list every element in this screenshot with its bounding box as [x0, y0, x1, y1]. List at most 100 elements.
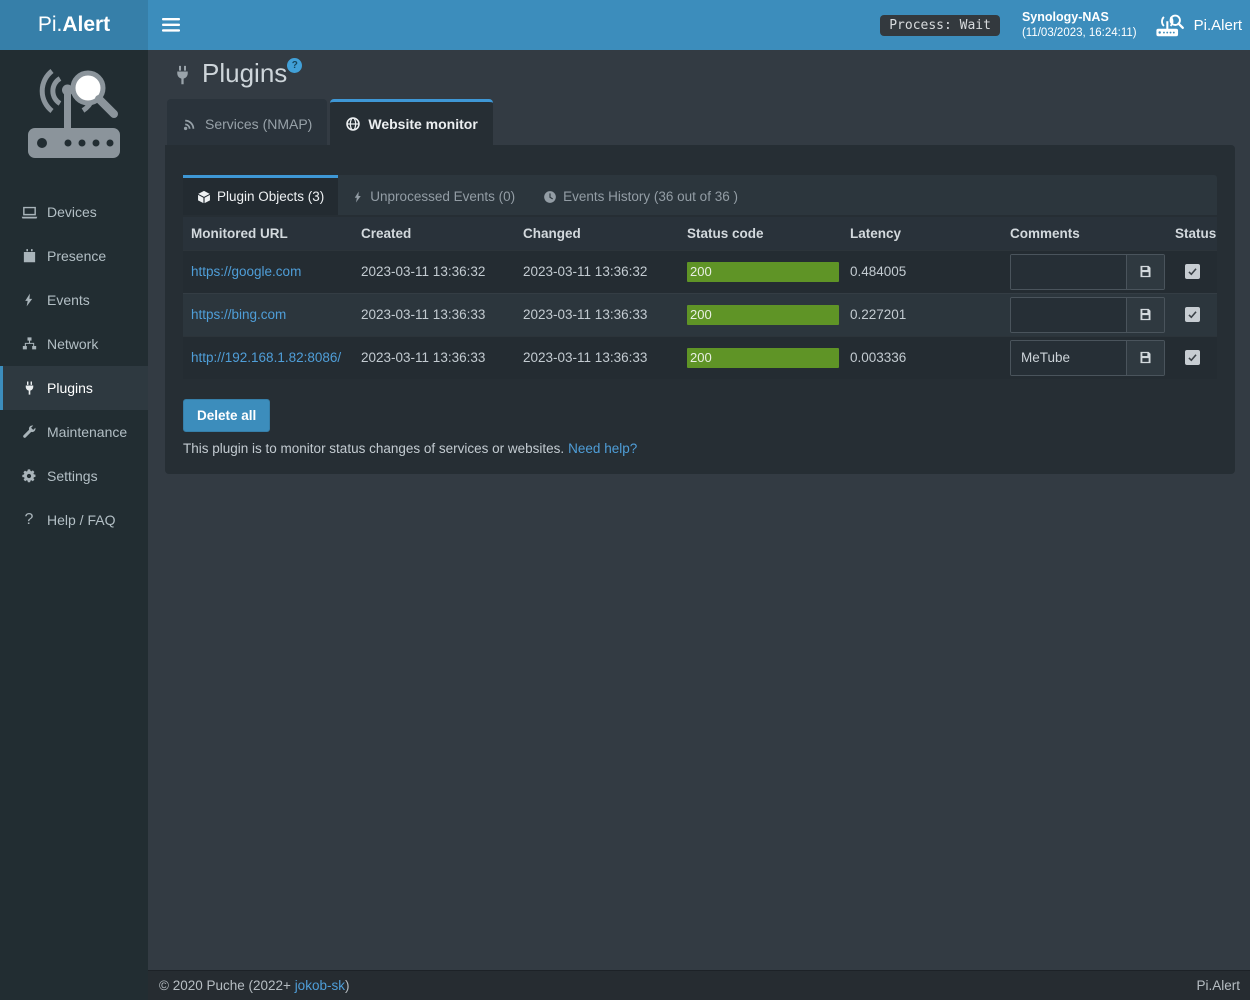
navbar-brand-text: Pi.Alert	[1194, 17, 1242, 34]
plugin-objects-table: Monitored URL Created Changed Status cod…	[183, 217, 1217, 379]
need-help-link[interactable]: Need help?	[568, 441, 637, 456]
save-comment-button[interactable]	[1126, 341, 1164, 375]
comment-input[interactable]	[1011, 298, 1126, 332]
tab-label: Unprocessed Events (0)	[370, 189, 515, 204]
gear-icon	[18, 468, 40, 484]
server-info: Synology-NAS (11/03/2023, 16:24:11)	[1022, 9, 1137, 40]
status-checkbox[interactable]	[1185, 307, 1200, 322]
page-title-row: Plugins ?	[172, 55, 1235, 91]
plug-icon	[18, 380, 40, 396]
sidebar: Devices Presence Events Network Plugins …	[0, 50, 148, 1000]
question-icon: ?	[18, 511, 40, 529]
created-cell: 2023-03-11 13:36:32	[353, 250, 515, 293]
sidebar-item-settings[interactable]: Settings	[0, 454, 148, 498]
brand-link[interactable]: Pi.Alert	[0, 0, 148, 50]
process-status-badge: Process: Wait	[880, 15, 1000, 36]
sidebar-item-maintenance[interactable]: Maintenance	[0, 410, 148, 454]
copyright: © 2020 Puche (2022+ jokob-sk)	[159, 978, 349, 993]
changed-cell: 2023-03-11 13:36:32	[515, 250, 679, 293]
monitored-url-link[interactable]: http://192.168.1.82:8086/	[191, 350, 341, 365]
sidebar-item-label: Maintenance	[47, 424, 127, 440]
help-badge[interactable]: ?	[287, 58, 302, 73]
created-cell: 2023-03-11 13:36:33	[353, 293, 515, 336]
tab-events-history[interactable]: Events History (36 out of 36 )	[529, 175, 752, 215]
col-comments: Comments	[1002, 217, 1167, 250]
sidebar-item-network[interactable]: Network	[0, 322, 148, 366]
save-icon	[1138, 350, 1153, 365]
sidebar-toggle-button[interactable]	[148, 0, 194, 50]
sidebar-item-plugins[interactable]: Plugins	[0, 366, 148, 410]
tab-label: Events History (36 out of 36 )	[563, 189, 738, 204]
copyright-prefix: © 2020 Puche (2022+	[159, 978, 295, 993]
tab-website-monitor[interactable]: Website monitor	[330, 99, 492, 145]
status-checkbox[interactable]	[1185, 264, 1200, 279]
monitored-url-link[interactable]: https://bing.com	[191, 307, 286, 322]
top-bar: Pi.Alert Process: Wait Synology-NAS (11/…	[0, 0, 1250, 50]
tab-services-nmap[interactable]: Services (NMAP)	[167, 99, 327, 145]
clock-icon	[543, 190, 557, 204]
bolt-icon	[352, 190, 364, 204]
tab-label: Website monitor	[368, 116, 477, 132]
copyright-suffix: )	[345, 978, 350, 993]
navbar: Process: Wait Synology-NAS (11/03/2023, …	[148, 0, 1250, 50]
sidebar-item-devices[interactable]: Devices	[0, 190, 148, 234]
col-status: Status	[1167, 217, 1217, 250]
sidebar-item-label: Presence	[47, 248, 106, 264]
server-timestamp: (11/03/2023, 16:24:11)	[1022, 26, 1137, 41]
plugin-tabs: Services (NMAP) Website monitor	[167, 99, 1235, 145]
delete-all-button[interactable]: Delete all	[183, 399, 270, 432]
status-code-bar: 200	[687, 305, 839, 325]
monitored-url-link[interactable]: https://google.com	[191, 264, 301, 279]
plugin-description-text: This plugin is to monitor status changes…	[183, 441, 564, 456]
author-link[interactable]: jokob-sk	[295, 978, 345, 993]
footer: © 2020 Puche (2022+ jokob-sk) Pi.Alert	[148, 970, 1250, 1000]
check-icon	[1187, 352, 1198, 363]
comment-input[interactable]	[1011, 341, 1126, 375]
tab-label: Plugin Objects (3)	[217, 189, 324, 204]
latency-cell: 0.484005	[842, 250, 1002, 293]
sitemap-icon	[18, 336, 40, 352]
calendar-icon	[18, 248, 40, 264]
navbar-right: Process: Wait Synology-NAS (11/03/2023, …	[880, 9, 1250, 40]
tab-label: Services (NMAP)	[205, 116, 312, 132]
hamburger-icon	[162, 18, 180, 32]
check-icon	[1187, 266, 1198, 277]
content-area: Plugins ? Services (NMAP) Website monito…	[148, 50, 1250, 970]
sidebar-item-label: Help / FAQ	[47, 512, 115, 528]
changed-cell: 2023-03-11 13:36:33	[515, 336, 679, 379]
server-name: Synology-NAS	[1022, 9, 1137, 25]
tab-plugin-objects[interactable]: Plugin Objects (3)	[183, 175, 338, 215]
status-code-bar: 200	[687, 262, 839, 282]
sidebar-menu: Devices Presence Events Network Plugins …	[0, 190, 148, 542]
table-header-row: Monitored URL Created Changed Status cod…	[183, 217, 1217, 250]
created-cell: 2023-03-11 13:36:33	[353, 336, 515, 379]
footer-brand: Pi.Alert	[1196, 978, 1240, 993]
comment-input[interactable]	[1011, 255, 1126, 289]
sidebar-item-label: Plugins	[47, 380, 93, 396]
sidebar-item-help[interactable]: ? Help / FAQ	[0, 498, 148, 542]
plugin-description: This plugin is to monitor status changes…	[183, 441, 1217, 456]
tab-unprocessed-events[interactable]: Unprocessed Events (0)	[338, 175, 529, 215]
latency-cell: 0.003336	[842, 336, 1002, 379]
pialert-logo	[22, 66, 126, 162]
col-created: Created	[353, 217, 515, 250]
table-row: https://google.com 2023-03-11 13:36:32 2…	[183, 250, 1217, 293]
bolt-icon	[18, 292, 40, 308]
table-row: http://192.168.1.82:8086/ 2023-03-11 13:…	[183, 336, 1217, 379]
plug-icon	[172, 64, 193, 86]
status-checkbox[interactable]	[1185, 350, 1200, 365]
save-comment-button[interactable]	[1126, 298, 1164, 332]
website-monitor-panel: Plugin Objects (3) Unprocessed Events (0…	[165, 145, 1235, 474]
col-status-code: Status code	[679, 217, 842, 250]
pialert-mini-logo-icon	[1155, 12, 1187, 38]
section-tabs: Plugin Objects (3) Unprocessed Events (0…	[183, 175, 1217, 215]
sidebar-item-label: Devices	[47, 204, 97, 220]
save-icon	[1138, 307, 1153, 322]
sidebar-item-presence[interactable]: Presence	[0, 234, 148, 278]
sidebar-item-events[interactable]: Events	[0, 278, 148, 322]
save-comment-button[interactable]	[1126, 255, 1164, 289]
comment-input-group	[1010, 297, 1165, 333]
cube-icon	[197, 190, 211, 204]
page-title: Plugins	[202, 55, 287, 91]
latency-cell: 0.227201	[842, 293, 1002, 336]
